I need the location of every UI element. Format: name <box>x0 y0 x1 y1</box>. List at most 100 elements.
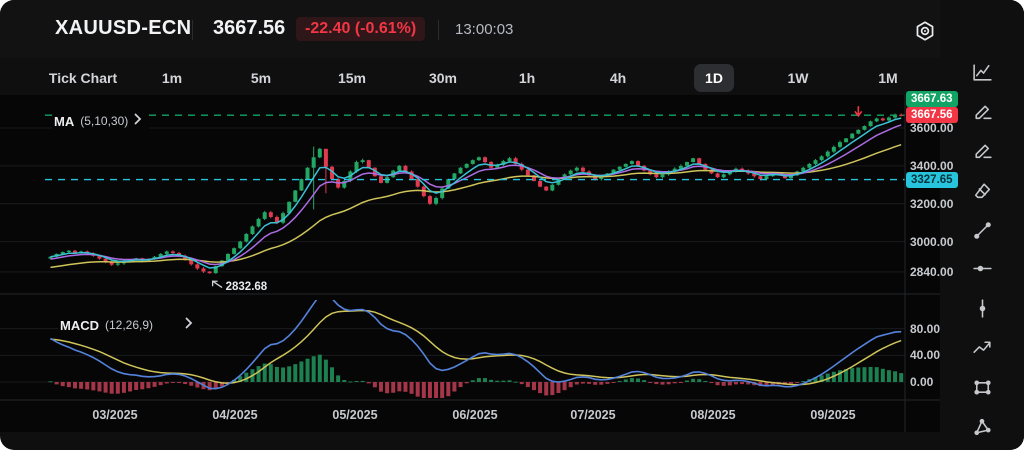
macd-histogram-bar <box>721 382 726 386</box>
macd-histogram-bar <box>378 382 383 392</box>
macd-histogram-bar <box>323 359 328 382</box>
macd-histogram-bar <box>79 382 84 389</box>
candle-body <box>654 174 659 178</box>
draw-tool-icon[interactable] <box>967 96 997 126</box>
y-axis-tick-label: 3600.00 <box>910 120 954 135</box>
macd-histogram-bar <box>281 367 286 382</box>
macd-pane <box>48 300 904 398</box>
horizontal-line-tool-icon[interactable] <box>967 253 997 283</box>
candle-body <box>856 129 861 134</box>
rectangle-tool-icon[interactable] <box>967 372 997 402</box>
trend-line-tool-icon[interactable] <box>967 215 997 245</box>
macd-histogram-bar <box>121 382 126 393</box>
macd-histogram-bar <box>342 380 347 382</box>
macd-histogram-bar <box>893 371 898 382</box>
macd-histogram-bar <box>183 382 188 385</box>
macd-histogram-bar <box>109 382 114 394</box>
macd-histogram-bar <box>513 381 518 383</box>
macd-histogram-bar <box>336 375 341 382</box>
candle-body <box>268 212 273 217</box>
macd-histogram-bar <box>446 382 451 397</box>
macd-histogram-bar <box>128 382 133 392</box>
candle-body <box>617 166 622 170</box>
macd-histogram-bar <box>177 382 182 384</box>
macd-histogram-bar <box>525 382 530 388</box>
candle-body <box>305 167 310 180</box>
macd-histogram-bar <box>574 382 579 385</box>
macd-indicator-params: (12,26,9) <box>105 318 154 332</box>
macd-histogram-bar <box>440 382 445 398</box>
candle-body <box>868 121 873 127</box>
macd-histogram-bar <box>636 378 641 382</box>
candle-body <box>299 179 304 191</box>
macd-histogram-bar <box>274 366 279 382</box>
candle-body <box>623 163 628 167</box>
candle-body <box>256 218 261 227</box>
candle-body <box>507 158 512 162</box>
candle-body <box>874 118 879 122</box>
candle-body <box>691 158 696 163</box>
macd-histogram-bar <box>672 382 677 384</box>
candle-body <box>452 173 457 180</box>
macd-indicator-row[interactable]: MACD (12,26,9) <box>58 314 201 336</box>
candle-body <box>207 271 212 274</box>
candle-body <box>538 180 543 187</box>
macd-histogram-bar <box>415 382 420 397</box>
macd-histogram-bar <box>684 380 689 382</box>
macd-histogram-bar <box>311 356 316 382</box>
macd-histogram-bar <box>97 382 102 392</box>
macd-histogram-bar <box>330 367 335 382</box>
x-axis-tick-label: 05/2025 <box>332 408 378 422</box>
macd-histogram-bar <box>587 382 592 384</box>
macd-histogram-bar <box>470 380 475 382</box>
candle-body <box>293 190 298 202</box>
macd-histogram-bar <box>544 382 549 396</box>
macd-axis-tick-label: 0.00 <box>910 375 934 389</box>
macd-histogram-bar <box>189 382 194 386</box>
macd-histogram-bar <box>880 368 885 382</box>
macd-histogram-bar <box>538 382 543 394</box>
macd-histogram-bar <box>856 367 861 382</box>
candle-body <box>764 176 769 180</box>
candle-body <box>899 114 904 116</box>
chart-type-tool-icon[interactable] <box>967 57 997 87</box>
x-axis-tick-label: 03/2025 <box>92 408 138 422</box>
macd-histogram-bar <box>293 364 298 382</box>
annotate-tool-icon[interactable] <box>967 135 997 165</box>
macd-histogram-bar <box>501 380 506 382</box>
macd-histogram-bar <box>605 382 610 384</box>
chart-canvas[interactable] <box>0 0 940 450</box>
macd-histogram-bar <box>740 382 745 385</box>
polygon-tool-icon[interactable] <box>967 412 997 442</box>
ask-price-badge: 3667.63 <box>906 91 958 108</box>
x-axis-tick-label: 06/2025 <box>452 408 498 422</box>
macd-histogram-bar <box>629 378 634 382</box>
macd-histogram-bar <box>268 364 273 382</box>
candle-body <box>758 176 763 180</box>
macd-histogram-bar <box>391 382 396 393</box>
chevron-right-icon[interactable] <box>185 316 193 334</box>
candle-body <box>66 250 71 253</box>
macd-histogram-bar <box>550 382 555 396</box>
candle-body <box>721 174 726 178</box>
candle-body <box>525 169 530 176</box>
macd-histogram-bar <box>317 354 322 382</box>
macd-histogram-bar <box>158 382 163 386</box>
price-pane <box>48 113 904 274</box>
chevron-right-icon[interactable] <box>134 112 142 130</box>
candle-body <box>201 268 206 272</box>
zigzag-tool-icon[interactable] <box>967 332 997 362</box>
eraser-tool-icon[interactable] <box>967 175 997 205</box>
candle-body <box>164 251 169 254</box>
macd-histogram-bar <box>519 382 524 385</box>
candle-body <box>813 160 818 164</box>
macd-histogram-bar <box>464 382 469 384</box>
candle-body <box>476 157 481 161</box>
candle-body <box>715 173 720 178</box>
candle-body <box>544 186 549 191</box>
macd-histogram-bar <box>348 381 353 383</box>
candle-body <box>317 148 322 158</box>
vertical-line-tool-icon[interactable] <box>967 293 997 323</box>
macd-histogram-bar <box>666 382 671 385</box>
ma-indicator-row[interactable]: MA (5,10,30) <box>52 110 150 132</box>
